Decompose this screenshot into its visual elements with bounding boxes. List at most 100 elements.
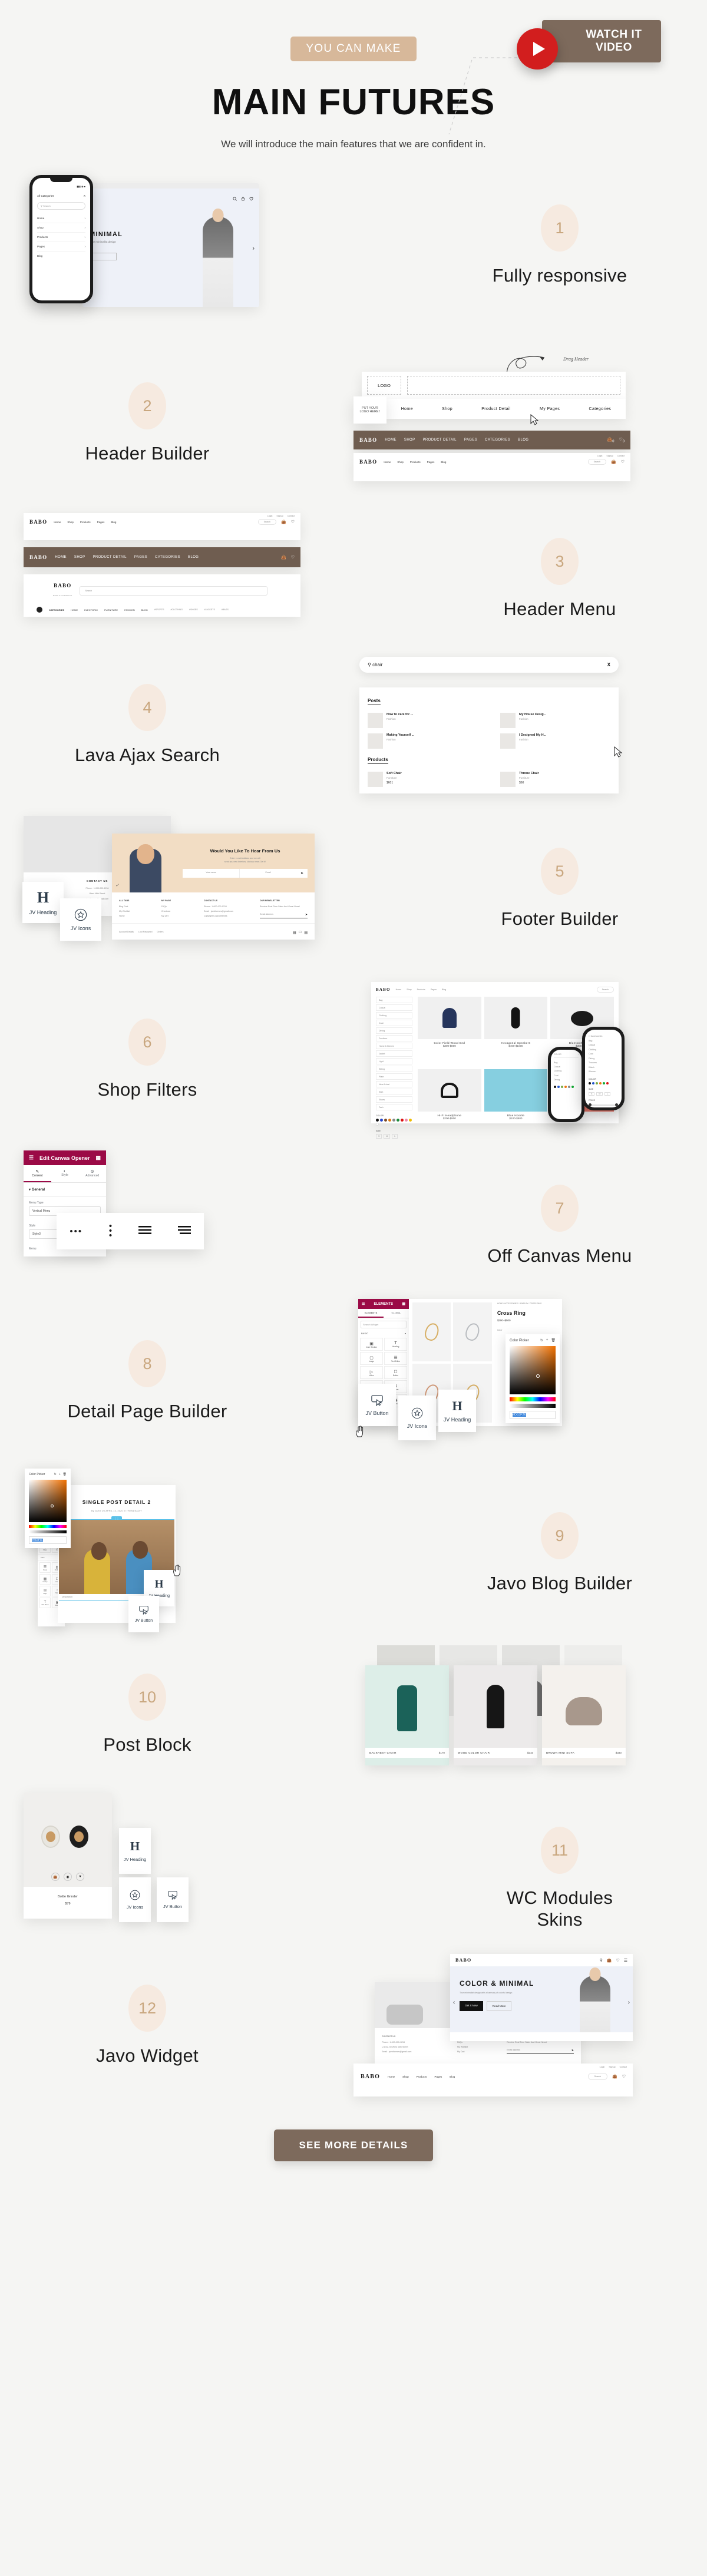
phone-menu-item[interactable]: Pages ›: [37, 242, 85, 252]
hue-slider[interactable]: [510, 1397, 556, 1401]
color-swatches[interactable]: [376, 1119, 412, 1126]
widget-card-jv-icons[interactable]: JV Icons: [60, 898, 101, 941]
top-link-login[interactable]: Login: [597, 455, 603, 457]
chevron-down-icon[interactable]: ›: [578, 1053, 579, 1056]
filter-option[interactable]: Casual: [589, 1043, 618, 1048]
wishlist-icon[interactable]: ♡: [291, 520, 295, 524]
dark-nav-item[interactable]: PRODUCT DETAIL: [93, 555, 127, 559]
size-option[interactable]: S: [376, 1134, 382, 1139]
nav-item-product-detail[interactable]: Product Detail: [481, 407, 511, 411]
dark-nav-item[interactable]: SHOP: [74, 555, 85, 559]
footer-link[interactable]: My Wishlist: [119, 910, 153, 912]
cart-icon[interactable]: 👜: [612, 2074, 617, 2079]
social-icon[interactable]: ▤: [304, 931, 308, 935]
widget-item[interactable]: ✉ Login: [39, 1586, 51, 1596]
cart-icon[interactable]: 👜: [51, 1873, 60, 1881]
cart-icon[interactable]: 👜: [607, 1958, 612, 1963]
nav-item[interactable]: Pages: [97, 521, 105, 524]
phone-menu-item[interactable]: Home ›: [37, 214, 85, 223]
filter-option[interactable]: Dining: [589, 1057, 618, 1062]
wishlist-icon[interactable]: ♡: [622, 2074, 626, 2079]
dots-horizontal-icon[interactable]: •••: [70, 1227, 82, 1236]
nav-item[interactable]: Pages: [434, 2075, 442, 2078]
dark-nav-item[interactable]: PAGES: [464, 438, 477, 442]
nav-item[interactable]: Shop: [402, 2075, 409, 2078]
hue-slider[interactable]: [29, 1525, 67, 1528]
filter-option[interactable]: Sitting: [376, 1066, 412, 1072]
nav-item-shop[interactable]: Shop: [442, 407, 452, 411]
top-link-signup[interactable]: Signup: [276, 515, 283, 517]
size-option[interactable]: L: [392, 1134, 398, 1139]
top-link-login[interactable]: Login: [267, 515, 273, 517]
dark-nav-item[interactable]: CATEGORIES: [485, 438, 510, 442]
phone-menu-item[interactable]: Shop ›: [37, 223, 85, 233]
top-link-signup[interactable]: Signup: [609, 2066, 615, 2068]
dark-nav-item[interactable]: CATEGORIES: [155, 555, 180, 559]
hamburger-icon[interactable]: ☰: [29, 1155, 34, 1161]
search-input[interactable]: Search: [587, 459, 606, 465]
tag-item[interactable]: #SHOES: [189, 609, 198, 611]
compare-icon[interactable]: ◉: [64, 1873, 72, 1881]
nav-item-home[interactable]: Home: [401, 407, 413, 411]
filter-list[interactable]: ☐ Accessories Bag Casual Clothing Coat D…: [589, 1034, 618, 1074]
filter-option[interactable]: ☐ Accessories: [589, 1034, 618, 1039]
product-card[interactable]: Hi-Fi Headphone $200-$900: [418, 1069, 481, 1139]
chevron-down-icon[interactable]: ▾: [405, 1332, 406, 1335]
dark-nav-item[interactable]: PAGES: [134, 555, 147, 559]
alpha-slider[interactable]: [510, 1404, 556, 1408]
nav-item[interactable]: Pages: [427, 461, 435, 464]
widget-card-jv-button[interactable]: JV Button: [128, 1596, 159, 1632]
nav-item[interactable]: Blog: [442, 988, 446, 991]
top-link-login[interactable]: Login: [600, 2066, 605, 2068]
widget-item[interactable]: T Nav Menu: [39, 1598, 51, 1608]
cart-icon[interactable]: 👜: [281, 520, 286, 524]
nav-item[interactable]: Blog: [111, 521, 116, 524]
tab-global[interactable]: GLOBAL: [384, 1309, 409, 1318]
close-icon[interactable]: X: [84, 194, 85, 197]
nav-item-categories[interactable]: Categories: [589, 407, 611, 411]
search-result-product[interactable]: Soft Chair Furniture $601: [368, 772, 478, 787]
color-gradient-area[interactable]: [29, 1480, 67, 1522]
filter-option[interactable]: Trousers: [589, 1061, 618, 1066]
hamburger-icon[interactable]: ☰: [362, 1302, 365, 1306]
product-card[interactable]: Blue Hoodie $100-$500: [484, 1069, 548, 1139]
search-bar[interactable]: ⚲ chair X: [359, 657, 619, 673]
see-more-details-button[interactable]: SEE MORE DETAILS: [274, 2129, 433, 2161]
search-result-post[interactable]: How to care for ... Fashion: [368, 713, 478, 728]
tab-elements[interactable]: ELEMENTS: [358, 1309, 384, 1318]
search-icon[interactable]: ⚲: [600, 1958, 603, 1963]
newsletter-input[interactable]: Email Address: [260, 913, 273, 917]
filter-option[interactable]: Shirt: [376, 1089, 412, 1095]
nav-item[interactable]: Blog: [450, 2075, 455, 2078]
widget-item[interactable]: ▢ Image: [360, 1352, 383, 1365]
nav-item[interactable]: Products: [80, 521, 91, 524]
email-input[interactable]: Email: [239, 868, 296, 878]
tag-item[interactable]: #BAGS: [222, 609, 229, 611]
dark-nav-item[interactable]: HOME: [385, 438, 397, 442]
widget-item[interactable]: ☰ Text Editor: [384, 1352, 407, 1365]
size-option[interactable]: M: [384, 1134, 391, 1139]
phone-menu-item[interactable]: Products ›: [37, 233, 85, 242]
filter-option[interactable]: Casual: [376, 1004, 412, 1011]
tag-item[interactable]: #JACKETS: [204, 609, 215, 611]
reset-icon[interactable]: ↻: [54, 1473, 57, 1476]
top-link-contact[interactable]: Contact: [617, 455, 625, 457]
dark-nav-item[interactable]: HOME: [55, 555, 67, 559]
filter-option[interactable]: Plate: [376, 1073, 412, 1080]
widget-search-input[interactable]: Search Widget: [361, 1321, 407, 1328]
dark-nav-item[interactable]: BLOG: [518, 438, 528, 442]
footer-link[interactable]: Blog Post: [119, 905, 153, 908]
grid-icon[interactable]: ▦: [402, 1302, 405, 1306]
filter-option[interactable]: Clothing: [589, 1048, 618, 1053]
tab-advanced[interactable]: ⚙ Advanced: [78, 1165, 106, 1182]
color-gradient-area[interactable]: [510, 1346, 556, 1394]
widget-card-jv-heading[interactable]: H JV Heading: [119, 1828, 151, 1874]
send-icon[interactable]: ➤: [305, 913, 308, 917]
filter-option[interactable]: Clothing: [376, 1012, 412, 1019]
dots-vertical-icon[interactable]: • • •: [109, 1222, 112, 1240]
dark-nav-item[interactable]: SHOP: [404, 438, 415, 442]
logo-hint-card[interactable]: PUT YOUR LOGO HERE !: [353, 396, 386, 424]
footer-link[interactable]: My cart: [161, 915, 196, 917]
filter-option[interactable]: Light: [376, 1058, 412, 1064]
wishlist-icon[interactable]: ♡: [616, 1958, 619, 1963]
